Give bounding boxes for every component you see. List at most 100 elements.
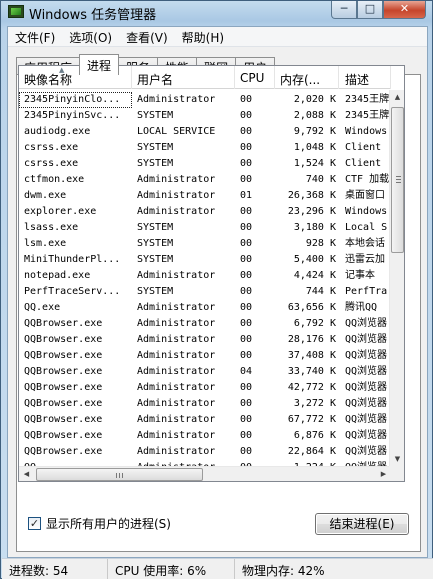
process-cpu-cell: 00	[240, 142, 253, 153]
process-row[interactable]: QQBrowser.exe Administrator 00 28,176 K QQ浏览…	[19, 332, 391, 348]
process-row[interactable]: notepad.exe Administrator 00 4,424 K 记事本	[19, 268, 391, 284]
process-row[interactable]: audiodg.exe LOCAL SERVICE 00 9,792 K Windows	[19, 124, 391, 140]
process-cpu-cell: 00	[240, 222, 253, 233]
end-process-button[interactable]: 结束进程(E)	[315, 513, 409, 535]
process-user-cell: SYSTEM	[137, 158, 174, 169]
column-description[interactable]: 描述	[339, 66, 391, 89]
process-memory-cell: 1,524 K	[293, 158, 336, 169]
process-cpu-cell: 04	[240, 366, 253, 377]
minimize-button[interactable]: ─	[331, 1, 357, 19]
process-user-cell: Administrator	[137, 206, 216, 217]
process-user-cell: Administrator	[137, 302, 216, 313]
process-description-cell: QQ浏览器	[345, 318, 388, 329]
close-button[interactable]: ✕	[383, 1, 426, 19]
process-memory-cell: 67,772 K	[287, 414, 336, 425]
scroll-down-arrow-icon[interactable]: ▼	[391, 452, 404, 467]
process-description-cell: 迅雷云加	[345, 254, 385, 265]
process-description-cell: QQ浏览器	[345, 382, 388, 393]
process-cpu-cell: 00	[240, 446, 253, 457]
process-row[interactable]: QQBrowser.exe Administrator 00 42,772 K QQ浏览…	[19, 380, 391, 396]
menu-view[interactable]: 查看(V)	[119, 27, 175, 46]
title-bar[interactable]: Windows 任务管理器 ─ □ ✕	[1, 1, 432, 23]
grip-line	[396, 176, 401, 177]
scroll-up-arrow-icon[interactable]: ▲	[391, 90, 404, 105]
process-row[interactable]: lsm.exe SYSTEM 00 928 K 本地会话	[19, 236, 391, 252]
column-cpu[interactable]: CPU	[235, 66, 275, 89]
process-user-cell: Administrator	[137, 94, 216, 105]
process-list-body: 2345PinyinClo... Administrator 00 2,020 K 23…	[19, 92, 391, 467]
vertical-scroll-thumb[interactable]	[391, 107, 404, 253]
process-row[interactable]: QQ.exe Administrator 00 63,656 K 腾讯QQ	[19, 300, 391, 316]
show-all-users-checkbox[interactable]: ✓	[28, 517, 41, 530]
process-row[interactable]: QQBrowser.exe Administrator 00 22,864 K QQ浏览…	[19, 444, 391, 460]
process-user-cell: SYSTEM	[137, 110, 174, 121]
process-row[interactable]: ctfmon.exe Administrator 00 740 K CTF 加载	[19, 172, 391, 188]
process-user-cell: Administrator	[137, 270, 216, 281]
status-process-count: 进程数: 54	[2, 559, 108, 579]
process-row[interactable]: csrss.exe SYSTEM 00 1,524 K Client	[19, 156, 391, 172]
status-cpu-usage: CPU 使用率: 6%	[108, 559, 235, 579]
process-user-cell: Administrator	[137, 366, 216, 377]
process-row[interactable]: QQBrowser.exe Administrator 00 3,272 K QQ浏览器	[19, 396, 391, 412]
process-row[interactable]: QQBrowser.exe Administrator 00 6,876 K QQ浏览器	[19, 428, 391, 444]
process-memory-cell: 23,296 K	[287, 206, 336, 217]
process-cpu-cell: 00	[240, 350, 253, 361]
process-memory-cell: 63,656 K	[287, 302, 336, 313]
grip-line	[396, 179, 401, 180]
horizontal-scroll-thumb[interactable]	[36, 468, 203, 481]
process-description-cell: Windows	[345, 206, 388, 217]
process-name-cell: QQBrowser.exe	[24, 414, 103, 425]
process-row[interactable]: 2345PinyinSvc... SYSTEM 00 2,088 K 2345王牌	[19, 108, 391, 124]
process-user-cell: SYSTEM	[137, 142, 174, 153]
vertical-scrollbar[interactable]: ▲ ▼	[389, 90, 404, 467]
process-row[interactable]: 2345PinyinClo... Administrator 00 2,020 K 23…	[19, 92, 391, 108]
process-name-cell: QQBrowser.exe	[24, 430, 103, 441]
process-row[interactable]: MiniThunderPl... SYSTEM 00 5,400 K 迅雷云加	[19, 252, 391, 268]
process-row[interactable]: QQBrowser.exe Administrator 04 33,740 K QQ浏览…	[19, 364, 391, 380]
process-name-cell: PerfTraceServ...	[24, 286, 121, 297]
scrollbar-corner	[389, 466, 404, 481]
menu-help[interactable]: 帮助(H)	[175, 27, 231, 46]
process-row[interactable]: lsass.exe SYSTEM 00 3,180 K Local S	[19, 220, 391, 236]
process-row[interactable]: PerfTraceServ... SYSTEM 00 744 K PerfTra	[19, 284, 391, 300]
process-row[interactable]: explorer.exe Administrator 00 23,296 K Windo…	[19, 204, 391, 220]
process-user-cell: SYSTEM	[137, 254, 174, 265]
process-cpu-cell: 00	[240, 270, 253, 281]
process-cpu-cell: 00	[240, 382, 253, 393]
menu-options[interactable]: 选项(O)	[62, 27, 119, 46]
process-name-cell: QQBrowser.exe	[24, 318, 103, 329]
process-cpu-cell: 00	[240, 302, 253, 313]
menu-file[interactable]: 文件(F)	[8, 27, 62, 46]
status-physical-memory: 物理内存: 42%	[242, 564, 325, 578]
process-row[interactable]: QQBrowser.exe Administrator 00 37,408 K QQ浏览…	[19, 348, 391, 364]
process-memory-cell: 9,792 K	[293, 126, 336, 137]
process-description-cell: Windows	[345, 126, 388, 137]
process-user-cell: Administrator	[137, 382, 216, 393]
process-row[interactable]: QQBrowser.exe Administrator 00 67,772 K QQ浏览…	[19, 412, 391, 428]
maximize-button[interactable]: □	[357, 1, 383, 19]
process-description-cell: 本地会话	[345, 238, 385, 249]
show-all-users-option[interactable]: ✓ 显示所有用户的进程(S)	[28, 515, 171, 532]
column-memory[interactable]: 内存(...	[275, 66, 339, 89]
process-name-cell: ctfmon.exe	[24, 174, 85, 185]
process-row[interactable]: csrss.exe SYSTEM 00 1,048 K Client	[19, 140, 391, 156]
process-cpu-cell: 00	[240, 126, 253, 137]
scroll-left-arrow-icon[interactable]: ◀	[19, 467, 34, 481]
process-name-cell: notepad.exe	[24, 270, 91, 281]
process-row[interactable]: dwm.exe Administrator 01 26,368 K 桌面窗口	[19, 188, 391, 204]
process-row[interactable]: QQBrowser.exe Administrator 00 6,792 K QQ浏览器	[19, 316, 391, 332]
process-name-cell: dwm.exe	[24, 190, 67, 201]
process-user-cell: Administrator	[137, 430, 216, 441]
tab-processes[interactable]: 进程	[79, 54, 120, 75]
process-cpu-cell: 00	[240, 414, 253, 425]
process-memory-cell: 37,408 K	[287, 350, 336, 361]
process-memory-cell: 22,864 K	[287, 446, 336, 457]
process-name-cell: QQ.exe	[24, 302, 61, 313]
process-description-cell: QQ浏览器	[345, 334, 388, 345]
horizontal-scrollbar[interactable]: ◀ ▶	[19, 466, 391, 481]
column-user-name[interactable]: 用户名	[132, 66, 235, 89]
process-memory-cell: 28,176 K	[287, 334, 336, 345]
window-title: Windows 任务管理器	[29, 8, 157, 23]
process-description-cell: Client	[345, 158, 382, 169]
process-list[interactable]: ▲ 映像名称 用户名 CPU 内存(... 描述 2345PinyinClo...…	[18, 65, 405, 482]
